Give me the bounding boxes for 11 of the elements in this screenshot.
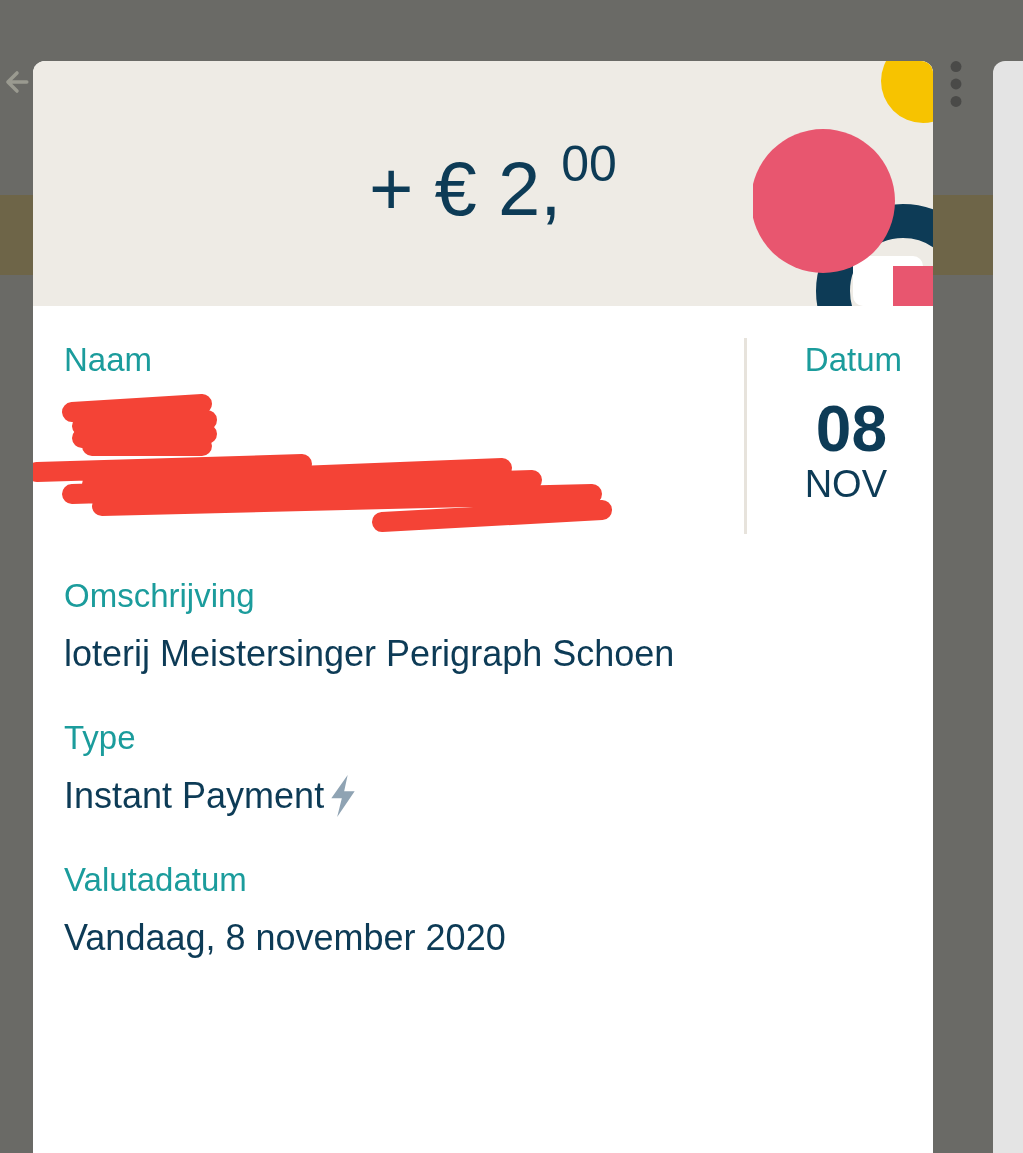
field-label: Omschrijving [64, 576, 256, 616]
field-value: Instant Payment [64, 774, 325, 818]
field-label: Valutadatum [64, 860, 248, 900]
field-value: loterij Meistersinger Perigraph Schoen [64, 632, 675, 676]
field-value: Vandaag, 8 november 2020 [64, 916, 506, 960]
field-label: Naam [64, 340, 154, 380]
field-label: Type [64, 718, 137, 758]
date-day: 08 [815, 394, 887, 464]
field-label: Datum [804, 340, 902, 380]
amount: + € 2,$^{00}$ [369, 145, 617, 232]
date-month: NOV [804, 464, 887, 504]
